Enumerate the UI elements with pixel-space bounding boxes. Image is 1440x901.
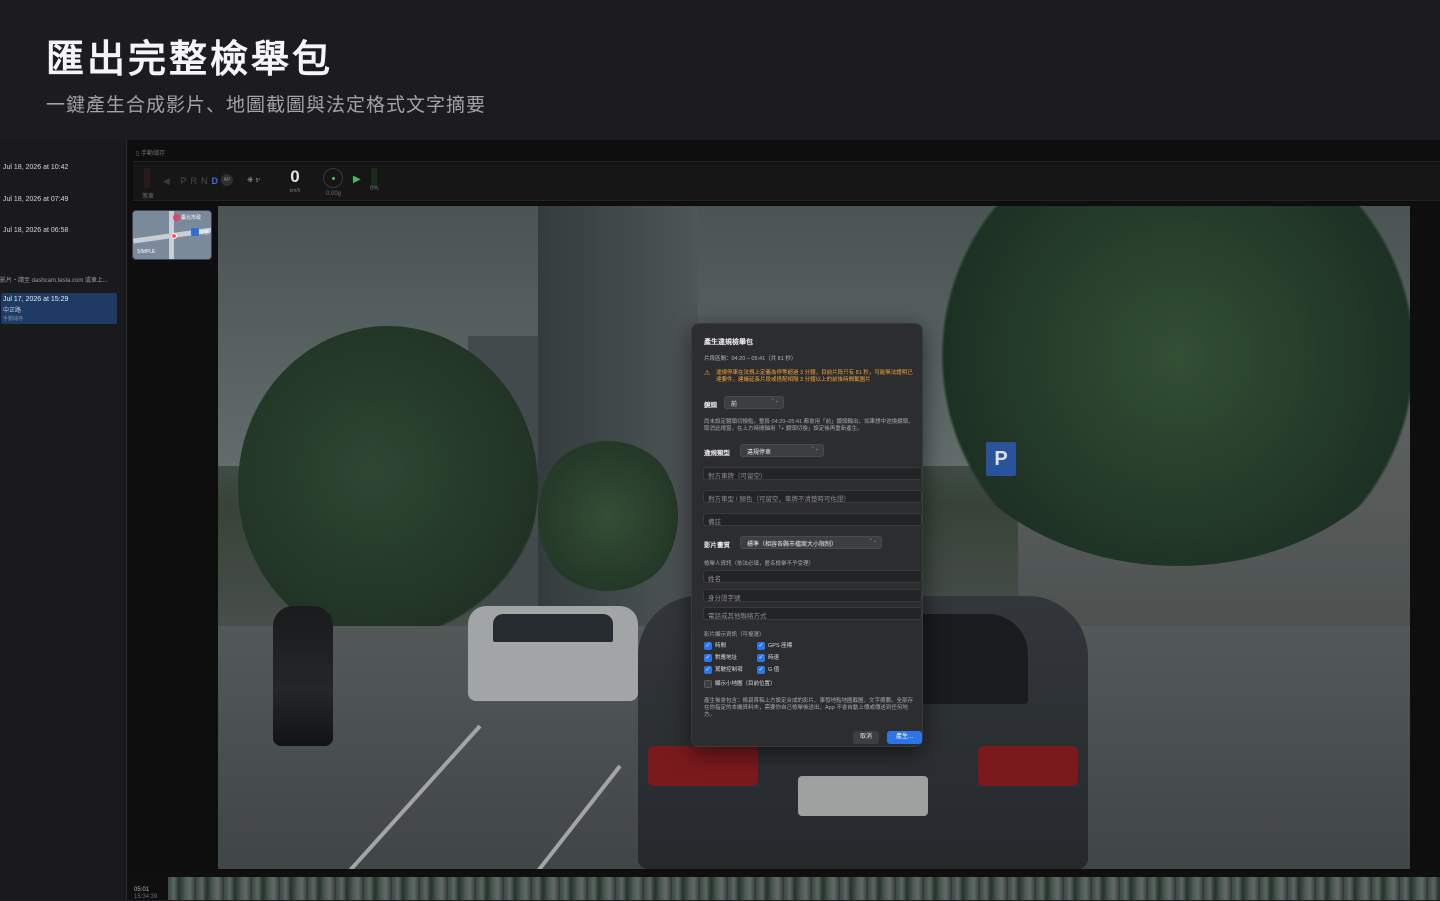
clip-entry[interactable]: Jul 18, 2026 at 07:49 — [3, 196, 68, 203]
checkbox-checked-icon: ✓ — [757, 666, 765, 674]
violation-type-select[interactable]: 違規停車 — [740, 444, 824, 457]
dialog-footer-note: 產生後會包含：條頁首稿上方設定合成的影片、事發地點地圖截圖、文字摘要。全部存在你… — [704, 698, 914, 718]
gear-r: R — [190, 176, 201, 186]
checkbox-speed[interactable]: ✓ 時速 — [757, 654, 779, 663]
clip-entry[interactable]: Jul 18, 2026 at 10:42 — [3, 164, 68, 171]
clip-entry-selected[interactable]: Jul 17, 2026 at 15:29 中正路 手動儲存 — [1, 293, 117, 324]
timeline[interactable]: 05:01 15:34:39 — [128, 871, 1440, 900]
gforce-dial-icon — [323, 168, 343, 188]
hero-subtitle: 一鍵產生合成影片、地圖截圖與法定格式文字摘要 — [46, 94, 487, 116]
checkbox-minimap[interactable]: 顯示小地圖（目前位置） — [704, 680, 776, 689]
timeline-time: 05:01 15:34:39 — [134, 887, 158, 900]
reporter-info-label: 檢舉人資訊（依法必填，匿名檢舉不予受理） — [704, 561, 815, 567]
note-field[interactable]: 備註 — [703, 513, 922, 526]
hero-banner: 匯出完整檢舉包 一鍵產生合成影片、地圖截圖與法定格式文字摘要 — [0, 0, 1440, 140]
minimap-label: 臺北市政 — [181, 215, 202, 221]
checkbox-unchecked-icon — [704, 680, 712, 688]
warning-icon: ⚠ — [704, 370, 711, 377]
checkbox-time[interactable]: ✓ 時間 — [704, 642, 726, 651]
generate-button[interactable]: 產生... — [887, 731, 922, 744]
sidebar-note: 影片・請至 dashcam.tesla.com 或車上... — [0, 278, 109, 284]
vehicle-model-field[interactable]: 對方車型 / 顏色（可留空，車牌不清楚時可佐證） — [703, 490, 922, 503]
checkbox-checked-icon: ✓ — [757, 642, 765, 650]
gear-p: P — [180, 176, 191, 186]
checkbox-gps[interactable]: ✓ GPS 座標 — [757, 642, 792, 651]
checkbox-checked-icon: ✓ — [704, 642, 712, 650]
brake-bar — [144, 168, 150, 188]
throttle-bar — [371, 168, 377, 188]
dialog-title: 產生違規檢舉包 — [704, 339, 753, 346]
plate-field[interactable]: 對方車牌（可留空） — [703, 467, 922, 480]
telemetry-hud: 煞車 ◀ PRND AP ⎈ 5° 0 km/h 0.00g ▶ 0% — [133, 161, 1440, 201]
throttle-value: 0% — [370, 186, 379, 192]
overlay-options-label: 影片顯示資訊（可複選） — [704, 632, 765, 638]
checkbox-controls[interactable]: ✓ 駕駛控制項 — [704, 666, 743, 675]
checkbox-gforce[interactable]: ✓ G 值 — [757, 666, 779, 675]
poi-building-icon — [191, 228, 199, 236]
autopilot-icon: AP — [221, 174, 233, 186]
clip-location: 中正路 — [3, 308, 22, 314]
checkbox-address[interactable]: ✓ 對應地址 — [704, 654, 737, 663]
checkbox-checked-icon: ✓ — [704, 654, 712, 662]
timeline-thumbnails[interactable] — [168, 877, 1440, 900]
brake-label: 煞車 — [142, 194, 155, 200]
camera-help: 尚未設定鏡頭切換點，整段 04:20–05:41 都會用「前」鏡頭輸出。如果想中… — [704, 419, 914, 432]
clip-range: 片段區間：04:20 – 05:41（共 81 秒） — [704, 356, 797, 362]
cancel-button[interactable]: 取消 — [853, 731, 879, 744]
minimap-label: SIMPLE — [137, 249, 156, 255]
speed-value: 0 — [290, 167, 300, 186]
hero-title: 匯出完整檢舉包 — [46, 37, 334, 81]
violation-type-label: 違規類型 — [704, 450, 730, 457]
name-field[interactable]: 姓名 — [703, 570, 922, 583]
speed-unit: km/h — [289, 188, 301, 194]
breadcrumb: ▯ 手動儲存 — [136, 151, 165, 157]
main-panel: ▯ 手動儲存 煞車 ◀ PRND AP ⎈ 5° 0 km/h 0.00g ▶ … — [128, 140, 1440, 900]
gear-indicator: ◀ PRND — [163, 176, 222, 186]
current-location-icon — [171, 233, 177, 239]
id-number-field[interactable]: 身分證字號 — [703, 589, 922, 602]
quality-select[interactable]: 標準（相容各縣市檔案大小限制） — [740, 536, 882, 549]
poi-pin-icon — [173, 214, 180, 221]
clip-date: Jul 17, 2026 at 15:29 — [3, 296, 69, 303]
play-icon[interactable]: ▶ — [353, 174, 361, 185]
minimap[interactable]: 臺北市政 財務 SIMPLE — [132, 210, 212, 260]
gear-n: N — [200, 176, 212, 186]
steering-wheel-icon: ⎈ 5° — [247, 175, 261, 184]
checkbox-checked-icon: ✓ — [757, 654, 765, 662]
report-package-dialog: 產生違規檢舉包 片段區間：04:20 – 05:41（共 81 秒） ⚠ 違規停… — [691, 323, 923, 747]
clip-entry[interactable]: Jul 18, 2026 at 06:58 — [3, 227, 68, 234]
minimap-label: 財務 — [199, 230, 210, 236]
checkbox-checked-icon: ✓ — [704, 666, 712, 674]
app-window: Jul 18, 2026 at 10:42 Jul 18, 2026 at 07… — [0, 140, 1440, 900]
camera-label: 鏡頭 — [704, 402, 717, 409]
clip-sidebar: Jul 18, 2026 at 10:42 Jul 18, 2026 at 07… — [0, 140, 127, 900]
contact-field[interactable]: 電話或其他聯絡方式 — [703, 607, 922, 620]
gforce-value: 0.00g — [326, 191, 342, 197]
quality-label: 影片畫質 — [704, 542, 730, 549]
duration-warning: ⚠ 違規停車在法規上定義為停等超過 3 分鐘，目前片段只有 81 秒，可能無法證… — [704, 370, 913, 383]
camera-select[interactable]: 前 — [724, 396, 784, 409]
clip-tag: 手動儲存 — [3, 316, 24, 322]
